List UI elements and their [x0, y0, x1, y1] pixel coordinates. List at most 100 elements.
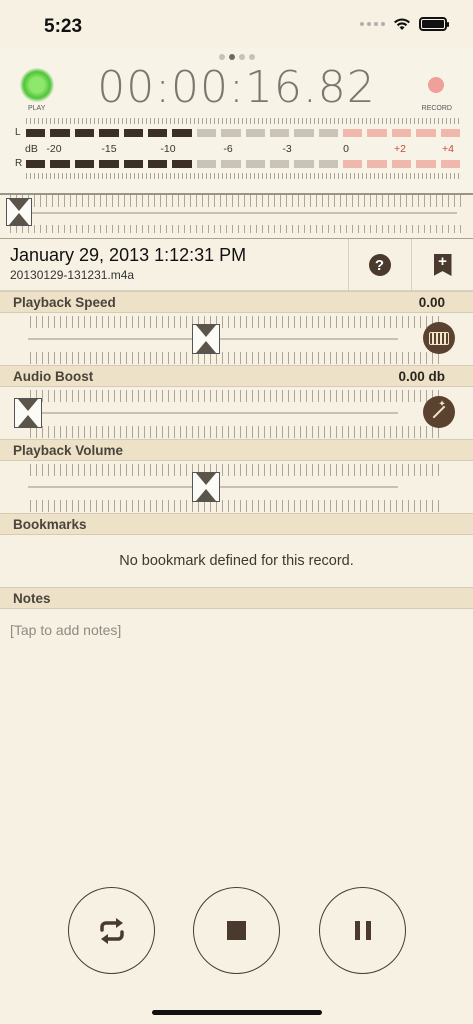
meter-segment [269, 129, 290, 137]
meter-segment [391, 129, 412, 137]
meter-segment [416, 160, 436, 168]
meter-segment [99, 129, 119, 137]
meter-segment [172, 160, 192, 168]
meter-segment [318, 129, 339, 137]
meter-segment [26, 129, 46, 137]
elapsed-timer: 00:00:16.82 [97, 62, 376, 113]
meter-segment [367, 129, 387, 137]
pause-button[interactable] [319, 887, 406, 974]
meter-segment [343, 129, 363, 137]
recorder-header: PLAY 00:00:16.82 RECORD L dB -20 -15 -10… [0, 48, 473, 193]
meter-segment [245, 129, 265, 137]
record-date: January 29, 2013 1:12:31 PM [10, 245, 247, 265]
meter-segment [440, 129, 461, 137]
status-time: 5:23 [44, 16, 83, 37]
meter-segment [123, 129, 143, 137]
section-playback-speed: Playback Speed 0.00 [0, 291, 473, 313]
scale-tick: +4 [442, 143, 454, 155]
meter-segment [50, 160, 70, 168]
meter-segment [172, 129, 192, 137]
audio-boost-value: 0.00 db [398, 369, 445, 384]
section-title: Notes [13, 591, 51, 606]
record-led-icon [428, 77, 444, 93]
section-title: Audio Boost [13, 369, 94, 384]
scale-tick: -3 [282, 143, 292, 155]
meter-right-label: R [15, 158, 23, 169]
stop-button[interactable] [193, 887, 280, 974]
section-audio-boost: Audio Boost 0.00 db [0, 365, 473, 387]
stop-icon [227, 921, 246, 940]
meter-segment [147, 160, 168, 168]
playback-position-slider[interactable] [0, 193, 473, 238]
meter-segment [74, 160, 95, 168]
section-notes: Notes [0, 587, 473, 609]
help-button[interactable]: ? [348, 239, 410, 291]
section-bookmarks: Bookmarks [0, 513, 473, 535]
slider-thumb[interactable] [6, 198, 32, 226]
home-indicator [151, 1010, 322, 1015]
meter-segment [269, 160, 290, 168]
battery-icon [419, 17, 449, 31]
record-filename: 20130129-131231.m4a [10, 268, 135, 282]
slider-thumb[interactable] [192, 324, 220, 354]
status-icons [360, 17, 449, 31]
meter-ticks [26, 118, 460, 124]
meter-ticks [26, 173, 460, 179]
scale-tick: -15 [101, 143, 117, 155]
scale-tick: +2 [394, 143, 406, 155]
meter-segment [343, 160, 363, 168]
meter-segment [245, 160, 265, 168]
level-meter-right [26, 160, 461, 168]
section-title: Bookmarks [13, 517, 87, 532]
add-bookmark-button[interactable]: + [411, 239, 473, 291]
meter-segment [99, 160, 119, 168]
repeat-button[interactable] [68, 887, 155, 974]
playback-speed-value: 0.00 [418, 295, 445, 310]
notes-field[interactable]: [Tap to add notes] [10, 622, 121, 638]
scale-tick: -20 [46, 143, 62, 155]
section-title: Playback Speed [13, 295, 116, 310]
bookmark-add-icon: + [433, 254, 452, 276]
meter-segment [26, 160, 46, 168]
slider-thumb[interactable] [14, 398, 42, 428]
meter-segment [294, 129, 314, 137]
meter-segment [50, 129, 70, 137]
playback-volume-slider[interactable] [0, 462, 473, 513]
page-indicator[interactable] [218, 54, 255, 60]
meter-segment [367, 160, 387, 168]
meter-segment [147, 129, 168, 137]
meter-segment [318, 160, 339, 168]
meter-segment [416, 129, 436, 137]
db-scale: dB -20 -15 -10 -6 -3 0 +2 +4 [25, 143, 460, 155]
repeat-icon [99, 917, 124, 944]
audio-boost-slider[interactable] [0, 388, 473, 439]
meter-segment [221, 160, 241, 168]
meter-segment [123, 160, 143, 168]
scale-tick: -6 [223, 143, 233, 155]
meter-segment [196, 129, 217, 137]
wifi-icon [394, 17, 410, 30]
scale-tick: 0 [343, 143, 349, 155]
pause-icon [354, 921, 371, 940]
meter-segment [196, 160, 217, 168]
meter-segment [391, 160, 412, 168]
keyboard-icon [429, 331, 449, 345]
record-label: RECORD [421, 105, 452, 112]
scale-tick: -10 [160, 143, 176, 155]
section-title: Playback Volume [13, 443, 124, 458]
bookmarks-empty-text: No bookmark defined for this record. [119, 553, 354, 569]
help-icon: ? [368, 254, 391, 276]
keyboard-button[interactable] [423, 322, 455, 354]
level-meter-left [26, 129, 461, 137]
meter-left-label: L [15, 127, 21, 138]
slider-thumb[interactable] [192, 472, 220, 502]
magic-wand-button[interactable] [423, 396, 455, 428]
section-playback-volume: Playback Volume [0, 439, 473, 461]
meter-segment [294, 160, 314, 168]
signal-icon [360, 22, 385, 26]
meter-segment [74, 129, 95, 137]
db-label: dB [25, 143, 38, 155]
meter-segment [440, 160, 461, 168]
playback-speed-slider[interactable] [0, 314, 473, 365]
status-bar: 5:23 [0, 0, 473, 48]
